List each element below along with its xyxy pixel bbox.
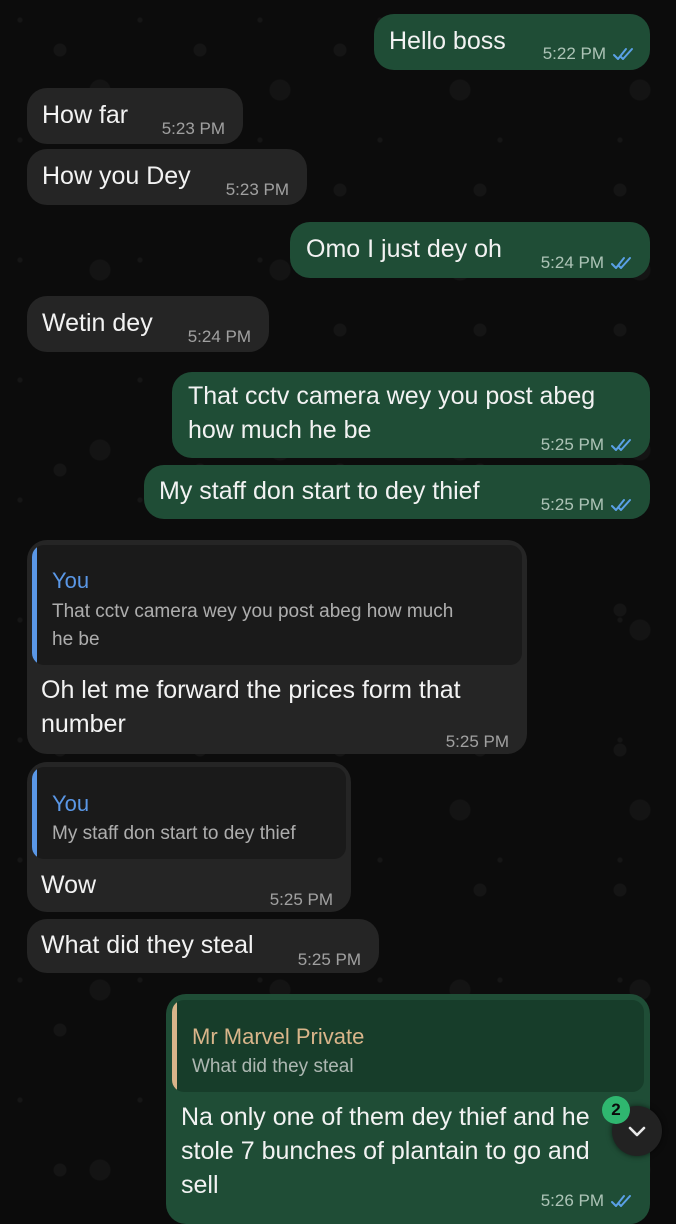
outgoing-message[interactable]: Omo I just dey oh 5:24 PM	[290, 222, 650, 278]
message-time: 5:22 PM	[542, 44, 606, 63]
message-text: Wow	[41, 871, 97, 899]
message-meta: 5:25 PM	[270, 883, 333, 917]
message-time: 5:23 PM	[225, 180, 289, 199]
message-text-line-1: Na only one of them dey thief and he	[181, 1103, 590, 1131]
message-meta: 5:24 PM	[541, 246, 636, 280]
outgoing-message[interactable]: That cctv camera wey you post abeg how m…	[172, 372, 650, 458]
message-text-line-3: sell	[181, 1171, 219, 1199]
message-text-line-2: number	[41, 710, 126, 738]
quote-accent-bar	[172, 1000, 177, 1092]
quote-accent-bar	[32, 545, 37, 665]
quote-text-line-2: he be	[52, 629, 100, 650]
outgoing-message[interactable]: My staff don start to dey thief 5:25 PM	[144, 465, 650, 519]
read-receipt-icon	[611, 499, 631, 511]
quote-accent-bar	[32, 767, 37, 859]
message-text: What did they steal	[41, 931, 254, 959]
message-time: 5:24 PM	[187, 327, 251, 346]
quote-text: My staff don start to dey thief	[52, 823, 296, 844]
quoted-message[interactable]: You My staff don start to dey thief	[32, 767, 346, 859]
quote-text: What did they steal	[192, 1056, 354, 1077]
message-text: My staff don start to dey thief	[159, 477, 480, 505]
message-meta: 5:25 PM	[446, 725, 509, 759]
read-receipt-icon	[613, 48, 633, 60]
message-time: 5:26 PM	[540, 1191, 604, 1210]
message-time: 5:25 PM	[540, 435, 604, 454]
message-meta: 5:22 PM	[543, 37, 638, 71]
message-meta: 5:23 PM	[162, 112, 225, 146]
message-text: How far	[42, 101, 129, 129]
quote-text-line-1: That cctv camera wey you post abeg how m…	[52, 601, 454, 622]
quote-author: You	[52, 791, 90, 816]
message-time: 5:25 PM	[540, 495, 604, 514]
incoming-message[interactable]: How far 5:23 PM	[27, 88, 243, 144]
read-receipt-icon	[611, 257, 631, 269]
quote-author: You	[52, 568, 90, 593]
message-text-line-2: how much he be	[188, 416, 372, 444]
message-time: 5:25 PM	[269, 890, 333, 909]
incoming-reply-message[interactable]: You That cctv camera wey you post abeg h…	[27, 540, 527, 754]
incoming-reply-message[interactable]: You My staff don start to dey thief Wow …	[27, 762, 351, 912]
message-meta: 5:25 PM	[298, 943, 361, 977]
message-text: How you Dey	[42, 162, 191, 190]
outgoing-message[interactable]: Hello boss 5:22 PM	[374, 14, 650, 70]
message-text: Omo I just dey oh	[306, 235, 502, 263]
message-meta: 5:24 PM	[188, 320, 251, 354]
outgoing-reply-message[interactable]: Mr Marvel Private What did they steal Na…	[166, 994, 650, 1224]
message-time: 5:24 PM	[540, 253, 604, 272]
read-receipt-icon	[611, 439, 631, 451]
chevron-down-icon	[628, 1126, 646, 1137]
message-time: 5:25 PM	[297, 950, 361, 969]
message-meta: 5:26 PM	[541, 1184, 636, 1218]
message-text-line-2: stole 7 bunches of plantain to go and	[181, 1137, 590, 1165]
read-receipt-icon	[611, 1195, 631, 1207]
message-time: 5:23 PM	[161, 119, 225, 138]
message-meta: 5:25 PM	[541, 428, 636, 462]
message-text: Hello boss	[389, 27, 506, 55]
message-meta: 5:23 PM	[226, 173, 289, 207]
message-meta: 5:25 PM	[541, 488, 636, 522]
quoted-message[interactable]: Mr Marvel Private What did they steal	[172, 1000, 644, 1092]
message-text-line-1: That cctv camera wey you post abeg	[188, 382, 596, 410]
message-time: 5:25 PM	[445, 732, 509, 751]
quoted-message[interactable]: You That cctv camera wey you post abeg h…	[32, 545, 522, 665]
incoming-message[interactable]: What did they steal 5:25 PM	[27, 919, 379, 973]
incoming-message[interactable]: Wetin dey 5:24 PM	[27, 296, 269, 352]
unread-count-badge: 2	[602, 1096, 630, 1124]
quote-author: Mr Marvel Private	[192, 1024, 365, 1049]
incoming-message[interactable]: How you Dey 5:23 PM	[27, 149, 307, 205]
message-text: Wetin dey	[42, 309, 153, 337]
message-text-line-1: Oh let me forward the prices form that	[41, 676, 461, 704]
